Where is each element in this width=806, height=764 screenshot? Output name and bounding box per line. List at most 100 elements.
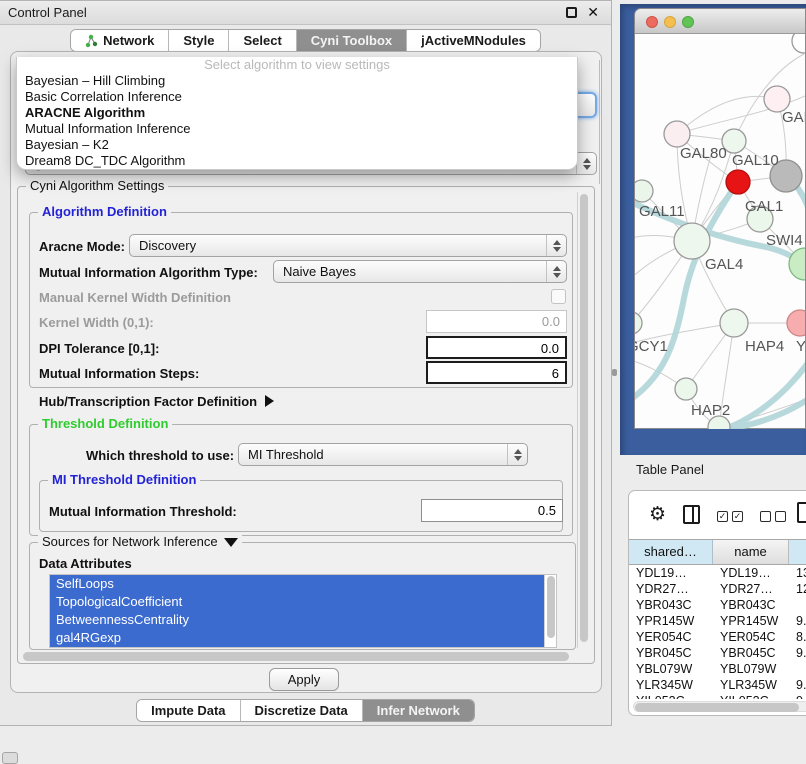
which-threshold-label: Which threshold to use:	[86, 448, 234, 463]
manual-kernel-width-checkbox[interactable]	[551, 289, 566, 304]
table-row[interactable]: YER054CYER054C8.	[629, 629, 806, 645]
list-item[interactable]: BetweennessCentrality	[50, 611, 556, 629]
table-row[interactable]: YDR27…YDR27…12	[629, 581, 806, 597]
network-node	[664, 121, 690, 147]
tab-jactivemnodules[interactable]: jActiveMNodules	[407, 30, 540, 51]
network-node	[674, 223, 710, 259]
checked-checkbox-icon[interactable]: ✓	[732, 511, 743, 522]
attributes-vertical-scrollbar[interactable]	[544, 575, 556, 647]
kernel-width-field[interactable]: 0.0	[426, 310, 567, 333]
table-panel: ⚙ ✓ ✓ shared… name YDL19…YDL19…13 YDR27……	[628, 490, 806, 716]
sources-title[interactable]: Sources for Network Inference	[38, 534, 242, 549]
table-row[interactable]: YBL079WYBL079W	[629, 661, 806, 677]
table-row[interactable]: YPR145WYPR145W9.	[629, 613, 806, 629]
node-label: GAL1	[745, 198, 783, 215]
network-window-titlebar[interactable]	[635, 9, 805, 34]
tab-impute-data[interactable]: Impute Data	[137, 700, 240, 721]
node-label: Y	[796, 338, 805, 355]
list-item[interactable]: TopologicalCoefficient	[50, 593, 556, 611]
minimize-traffic-light-icon[interactable]	[664, 16, 676, 28]
algorithm-option-selected[interactable]: ARACNE Algorithm	[17, 105, 577, 121]
kernel-width-label: Kernel Width (0,1):	[39, 315, 154, 330]
data-attributes-list[interactable]: SelfLoops TopologicalCoefficient Between…	[49, 574, 557, 648]
table-row[interactable]: YLR345WYLR345W9.	[629, 677, 806, 693]
tab-infer-network[interactable]: Infer Network	[363, 700, 474, 721]
table-row[interactable]: YDL19…YDL19…13	[629, 565, 806, 581]
tab-style[interactable]: Style	[169, 30, 229, 51]
unchecked-checkbox-icon[interactable]	[775, 511, 786, 522]
algorithm-option[interactable]: Bayesian – Hill Climbing	[17, 73, 577, 89]
network-view-window[interactable]: GAL GAL80 GAL10 GAL1 GAL11 SWI4 GAL4 GCY…	[634, 8, 806, 429]
tab-network[interactable]: Network	[71, 30, 169, 51]
bottom-left-stub-button[interactable]	[2, 752, 18, 764]
mi-steps-field[interactable]: 6	[426, 361, 567, 384]
settings-horizontal-scrollbar[interactable]	[21, 651, 573, 662]
node-label: GCY1	[635, 338, 668, 355]
algorithm-option-prompt[interactable]: Select algorithm to view settings	[17, 57, 577, 73]
mi-threshold-label: Mutual Information Threshold:	[49, 504, 237, 519]
tab-discretize-data[interactable]: Discretize Data	[241, 700, 363, 721]
node-label: GAL11	[639, 203, 685, 220]
tab-cyni-toolbox[interactable]: Cyni Toolbox	[297, 30, 407, 51]
document-icon[interactable]	[797, 502, 806, 523]
algorithm-option[interactable]: Basic Correlation Inference	[17, 89, 577, 105]
network-icon	[85, 34, 98, 48]
table-row[interactable]: YIL052CYIL052C9	[629, 693, 806, 699]
column-header-name[interactable]: name	[713, 540, 789, 564]
gear-icon[interactable]: ⚙	[649, 503, 666, 526]
control-panel-tabbar: Network Style Select Cyni Toolbox jActiv…	[70, 29, 541, 52]
network-node	[720, 309, 748, 337]
float-window-icon[interactable]	[566, 7, 577, 18]
tab-select[interactable]: Select	[229, 30, 296, 51]
table-row[interactable]: YBR045CYBR045C9.	[629, 645, 806, 661]
mi-algorithm-type-combo[interactable]: Naive Bayes	[273, 260, 567, 283]
network-node	[726, 170, 750, 194]
collapse-down-icon[interactable]	[224, 538, 238, 547]
node-label: GAL80	[680, 145, 727, 162]
background-groupbox-border	[599, 60, 600, 184]
unchecked-checkbox-icon[interactable]	[760, 511, 771, 522]
network-node	[675, 378, 697, 400]
which-threshold-combo[interactable]: MI Threshold	[238, 443, 528, 466]
group-title: MI Threshold Definition	[48, 472, 200, 487]
algorithm-option[interactable]: Mutual Information Inference	[17, 121, 577, 137]
list-item[interactable]: gal4RGexp	[50, 629, 556, 647]
expand-right-icon[interactable]	[265, 395, 274, 407]
column-header-shared-name[interactable]: shared…	[629, 540, 713, 564]
apply-button[interactable]: Apply	[269, 668, 339, 691]
network-node	[635, 180, 653, 202]
column-header-partial[interactable]	[789, 540, 806, 564]
group-title: Threshold Definition	[38, 416, 172, 431]
aracne-mode-combo[interactable]: Discovery	[129, 234, 567, 257]
node-label: HAP2	[691, 402, 730, 419]
list-item[interactable]: SelfLoops	[50, 575, 556, 593]
node-label: GAL4	[705, 256, 743, 273]
close-icon[interactable]: ✕	[587, 4, 599, 21]
mi-steps-label: Mutual Information Steps:	[39, 366, 199, 381]
combo-arrows-icon	[546, 235, 566, 256]
network-node	[635, 312, 642, 334]
settings-vertical-scrollbar[interactable]	[577, 192, 589, 648]
combo-arrows-icon	[507, 444, 527, 465]
node-label: HAP4	[745, 338, 784, 355]
mi-threshold-field[interactable]: 0.5	[421, 499, 563, 522]
split-columns-icon[interactable]	[683, 505, 700, 524]
checked-checkbox-icon[interactable]: ✓	[717, 511, 728, 522]
network-canvas[interactable]: GAL GAL80 GAL10 GAL1 GAL11 SWI4 GAL4 GCY…	[635, 34, 805, 429]
dpi-tolerance-field[interactable]: 0.0	[426, 336, 567, 359]
hub-section-label[interactable]: Hub/Transcription Factor Definition	[39, 394, 274, 409]
algorithm-option[interactable]: Bayesian – K2	[17, 137, 577, 153]
dpi-tolerance-label: DPI Tolerance [0,1]:	[39, 341, 159, 356]
table-row[interactable]: YBR043CYBR043C	[629, 597, 806, 613]
control-panel-titlebar[interactable]: Control Panel	[0, 1, 611, 25]
close-traffic-light-icon[interactable]	[646, 16, 658, 28]
manual-kernel-width-label: Manual Kernel Width Definition	[39, 290, 231, 305]
panel-splitter-handle[interactable]	[612, 369, 617, 376]
zoom-traffic-light-icon[interactable]	[682, 16, 694, 28]
algorithm-option[interactable]: Dream8 DC_TDC Algorithm	[17, 153, 577, 169]
combo-arrows-icon	[576, 153, 596, 174]
table-panel-title: Table Panel	[636, 462, 704, 477]
node-label: GAL	[782, 109, 805, 126]
network-desktop: GAL GAL80 GAL10 GAL1 GAL11 SWI4 GAL4 GCY…	[620, 4, 806, 455]
table-horizontal-scrollbar[interactable]	[633, 701, 806, 712]
